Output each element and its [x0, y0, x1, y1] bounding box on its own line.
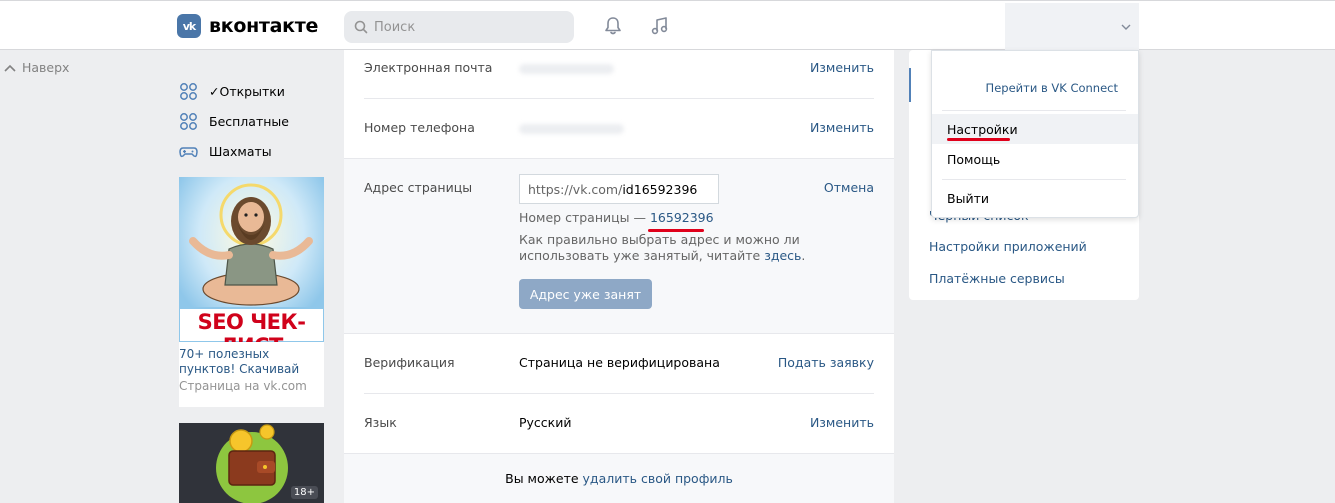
vk-logo-icon: vk	[177, 14, 201, 38]
delete-profile-link[interactable]: удалить свой профиль	[583, 471, 733, 486]
dropdown-settings-item[interactable]: Настройки	[932, 114, 1138, 144]
ad-image[interactable]: SEO ЧЕК-ЛИСТ	[179, 177, 324, 342]
gamepad-icon	[179, 146, 198, 157]
dropdown-help-label: Помощь	[947, 151, 1001, 167]
ad-banner-text: SEO ЧЕК-ЛИСТ	[197, 310, 306, 342]
ad-block[interactable]: SEO ЧЕК-ЛИСТ 70+ полезных пунктов! Скачи…	[179, 177, 324, 407]
hint-line-1: Как правильно выбрать адрес и можно ли	[519, 232, 800, 247]
page-number-line: Номер страницы — 16592396	[519, 210, 714, 232]
search-icon	[354, 20, 368, 34]
nav-item-app-settings[interactable]: Настройки приложений	[929, 239, 1087, 254]
email-value-hidden	[519, 64, 614, 74]
page-number-value[interactable]: 16592396	[647, 210, 714, 232]
ad-title[interactable]: 70+ полезных пунктов! Скачивай	[179, 347, 324, 377]
left-menu: ✓Открытки Бесплатные Шахматы	[179, 76, 329, 166]
address-cancel-link[interactable]: Отмена	[824, 180, 874, 195]
footer-section: Вы можете удалить свой профиль	[344, 453, 894, 503]
change-phone-link[interactable]: Изменить	[810, 120, 874, 135]
settings-panel: Электронная почта Изменить Номер телефон…	[344, 50, 894, 503]
phone-row: Номер телефона Изменить	[344, 120, 894, 150]
left-menu-item-label: Бесплатные	[209, 113, 289, 129]
dropdown-logout-item[interactable]: Выйти	[932, 183, 1138, 213]
left-menu-item-label: Шахматы	[209, 143, 272, 159]
left-menu-item-label: ✓Открытки	[209, 83, 285, 99]
age-rating-badge: 18+	[290, 486, 318, 499]
account-menu-toggle[interactable]	[1005, 3, 1139, 50]
address-hint: Как правильно выбрать адрес и можно ли и…	[519, 232, 809, 264]
logo-text: вконтакте	[209, 15, 319, 37]
change-language-link[interactable]: Изменить	[810, 415, 874, 430]
address-label: Адрес страницы	[364, 180, 473, 195]
change-email-link[interactable]: Изменить	[810, 60, 874, 75]
dropdown-settings-label: Настройки	[947, 121, 1018, 137]
chevron-up-icon	[4, 64, 16, 72]
phone-value-hidden	[519, 124, 624, 134]
delete-profile-line: Вы можете удалить свой профиль	[505, 471, 733, 486]
email-row: Электронная почта Изменить	[344, 60, 894, 90]
address-input[interactable]: https://vk.com/id16592396	[519, 174, 719, 204]
vk-logo[interactable]: vk вконтакте	[177, 14, 318, 38]
left-menu-item-chess[interactable]: Шахматы	[179, 136, 329, 166]
top-header: vk вконтакте	[0, 0, 1335, 50]
language-row: Язык Русский Изменить	[344, 415, 894, 445]
search-input[interactable]	[374, 19, 554, 35]
divider	[364, 98, 874, 99]
verification-status: Страница не верифицирована	[519, 355, 720, 370]
language-value: Русский	[519, 415, 572, 430]
verification-row: Верификация Страница не верифицирована П…	[344, 355, 894, 385]
email-label: Электронная почта	[364, 60, 493, 75]
phone-label: Номер телефона	[364, 120, 475, 135]
active-indicator	[909, 68, 911, 102]
ad-subtitle: Страница на vk.com	[179, 379, 307, 393]
account-dropdown: Перейти в VK Connect Настройки Помощь Вы…	[931, 50, 1139, 218]
submit-verification-link[interactable]: Подать заявку	[778, 355, 874, 370]
chevron-down-icon	[1121, 24, 1131, 30]
left-menu-item-free[interactable]: Бесплатные	[179, 106, 329, 136]
left-menu-item-cards[interactable]: ✓Открытки	[179, 76, 329, 106]
language-label: Язык	[364, 415, 397, 430]
divider	[942, 179, 1126, 180]
address-prefix: https://vk.com/	[528, 181, 623, 197]
page-number-label: Номер страницы —	[519, 210, 646, 225]
up-label: Наверх	[22, 60, 70, 75]
search-box[interactable]	[344, 11, 574, 43]
red-highlight-underline	[947, 138, 1010, 141]
apps-grid-icon	[180, 82, 197, 100]
notifications-bell-icon[interactable]	[601, 14, 625, 38]
page-address-section: Адрес страницы https://vk.com/id16592396…	[344, 158, 894, 334]
address-value: id16592396	[622, 181, 698, 197]
music-note-icon[interactable]	[648, 14, 672, 38]
dropdown-logout-label: Выйти	[947, 190, 989, 206]
divider	[364, 393, 874, 394]
verification-label: Верификация	[364, 355, 455, 370]
scroll-up-link[interactable]: Наверх	[4, 60, 69, 75]
hint-line-2: использовать уже занятый, читайте здесь.	[519, 248, 806, 263]
nav-item-payment-services[interactable]: Платёжные сервисы	[929, 271, 1065, 286]
apps-grid-icon	[180, 112, 197, 130]
divider	[942, 110, 1126, 111]
dropdown-help-item[interactable]: Помощь	[932, 144, 1138, 174]
vk-connect-link[interactable]: Перейти в VK Connect	[986, 81, 1118, 95]
hint-link[interactable]: здесь	[764, 248, 801, 263]
address-taken-button[interactable]: Адрес уже занят	[519, 279, 652, 309]
ad-block-2[interactable]: 18+	[179, 423, 324, 503]
